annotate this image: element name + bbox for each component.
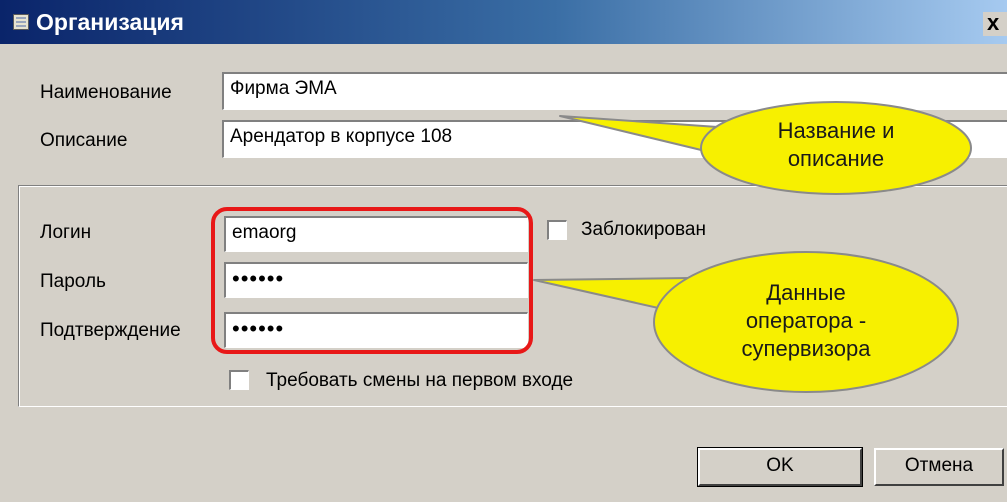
name-label: Наименование xyxy=(40,82,172,103)
login-label: Логин xyxy=(40,222,92,243)
blocked-label[interactable]: Заблокирован xyxy=(581,219,706,241)
table-icon xyxy=(13,14,29,30)
close-icon[interactable]: x xyxy=(983,12,1007,36)
window-title: Организация xyxy=(36,9,184,35)
callout-operator-line-1: Данные xyxy=(766,280,846,305)
organization-dialog: Организация x Наименование Фирма ЭМА Опи… xyxy=(0,0,1007,502)
highlight-frame xyxy=(211,207,533,354)
callout-name-line-2: описание xyxy=(787,146,885,171)
ok-button[interactable]: OK xyxy=(697,447,863,487)
blocked-checkbox[interactable] xyxy=(547,220,567,240)
password-label: Пароль xyxy=(40,271,106,292)
confirm-label: Подтверждение xyxy=(40,320,181,341)
description-label: Описание xyxy=(40,130,128,151)
require-change-label[interactable]: Требовать смены на первом входе xyxy=(266,370,573,392)
require-change-checkbox[interactable] xyxy=(229,370,249,390)
title-bar[interactable]: Организация x xyxy=(0,0,1007,44)
callout-name-line-1: Название и xyxy=(777,118,895,143)
cancel-button[interactable]: Отмена xyxy=(874,448,1004,486)
callout-operator-line-3: супервизора xyxy=(741,336,871,361)
name-field[interactable]: Фирма ЭМА xyxy=(222,72,1007,110)
callout-operator-line-2: оператора - xyxy=(745,308,867,333)
